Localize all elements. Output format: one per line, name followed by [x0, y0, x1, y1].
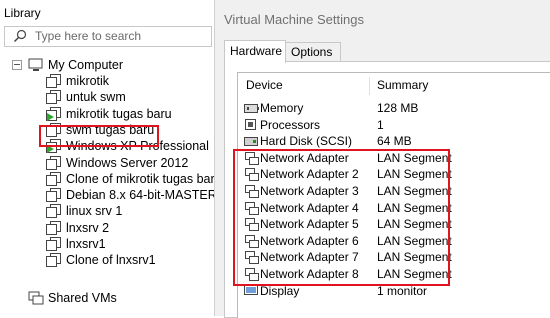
tree-vm-label: mikrotik tugas baru — [66, 106, 172, 121]
tree-vm-label: Debian 8.x 64-bit-MASTER — [66, 188, 217, 203]
vm-icon — [46, 237, 61, 251]
computer-icon — [28, 58, 43, 71]
hardware-device: Processors — [260, 117, 321, 132]
vm-icon — [46, 188, 61, 203]
vm-icon — [46, 171, 61, 186]
vm-icon — [46, 90, 61, 105]
tree-vm-label: Clone of lnxsrv1 — [66, 253, 156, 268]
hardware-device: Memory — [260, 101, 304, 115]
collapse-icon[interactable] — [12, 60, 22, 70]
vm-icon — [46, 74, 61, 88]
tree-vm-label: linux srv 1 — [66, 204, 123, 219]
hard-disk-icon — [244, 137, 258, 147]
hardware-device: Hard Disk (SCSI) — [260, 134, 353, 149]
shared-vms-icon — [28, 291, 44, 305]
memory-icon — [244, 104, 259, 113]
column-device[interactable]: Device — [246, 73, 283, 97]
hardware-summary: 128 MB — [377, 101, 419, 115]
column-summary[interactable]: Summary — [377, 73, 428, 97]
tree-vm-label: lnxsrv1 — [66, 237, 106, 251]
column-divider — [369, 77, 370, 95]
vm-icon — [46, 155, 61, 170]
display-icon — [244, 284, 258, 295]
tree-vm-label: Clone of mikrotik tugas baru — [66, 171, 222, 186]
tree-vm-label: untuk swm — [66, 90, 126, 105]
network-adapters-highlight — [233, 149, 450, 286]
processor-icon — [245, 118, 256, 130]
library-search-box[interactable] — [4, 26, 212, 47]
window-title: Virtual Machine Settings — [224, 12, 364, 27]
hardware-summary: 1 — [377, 117, 384, 132]
hardware-summary: 64 MB — [377, 134, 412, 149]
selected-vm-highlight — [39, 125, 159, 147]
tree-my-computer-label: My Computer — [48, 58, 124, 72]
library-panel: Library My Computer mikrotik untuk swmmik… — [0, 0, 222, 316]
vm-icon — [46, 220, 61, 235]
tree-shared-vms-label: Shared VMs — [48, 291, 117, 305]
search-icon — [13, 29, 27, 43]
tree-vm-label: lnxsrv 2 — [66, 220, 110, 235]
tab-options[interactable]: Options — [285, 42, 341, 62]
hardware-row[interactable]: Hard Disk (SCSI) 64 MB — [238, 133, 550, 150]
vm-running-icon — [46, 106, 61, 121]
tree-vm-label: mikrotik — [66, 74, 110, 88]
tab-hardware[interactable]: Hardware — [224, 40, 286, 63]
hardware-row[interactable]: Processors 1 — [238, 117, 550, 134]
vm-icon — [46, 204, 61, 219]
hardware-row[interactable]: Memory 128 MB — [238, 100, 550, 117]
vm-icon — [46, 253, 61, 268]
tree-vm-label: Windows Server 2012 — [66, 155, 189, 170]
library-search-input[interactable] — [35, 28, 205, 44]
library-title: Library — [4, 6, 41, 20]
